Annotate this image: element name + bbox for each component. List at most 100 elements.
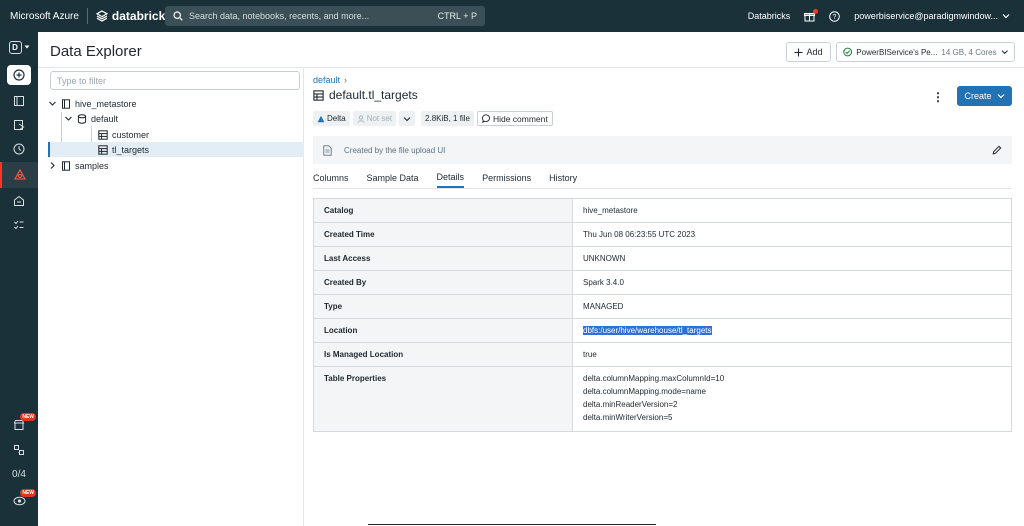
bottom-scroll-indicator <box>368 524 656 525</box>
table-title-text: default.tl_targets <box>329 88 418 102</box>
new-button[interactable] <box>0 62 38 88</box>
help-button[interactable]: ? <box>829 10 841 22</box>
tab-columns[interactable]: Columns <box>313 168 349 188</box>
tab-permissions[interactable]: Permissions <box>482 168 531 188</box>
rail-recents[interactable] <box>0 136 38 162</box>
cluster-selector[interactable]: PowerBIService's Pe... 14 GB, 4 Cores <box>836 42 1015 62</box>
tab-sample-data[interactable]: Sample Data <box>367 168 419 188</box>
chevron-down-icon <box>1001 50 1008 55</box>
workspace-badge: D <box>8 40 22 54</box>
tree-item-samples[interactable]: samples <box>48 158 304 173</box>
tree-item-label: hive_metastore <box>75 98 137 109</box>
hide-comment-label: Hide comment <box>492 113 548 124</box>
brand-divider <box>86 8 88 24</box>
detail-key: Type <box>314 295 573 318</box>
format-chip-label: Delta <box>327 114 346 123</box>
delta-icon <box>317 115 325 122</box>
chevron-right-icon <box>50 162 55 169</box>
rail-counter-text: 0/4 <box>12 468 26 480</box>
tree-item-label: samples <box>75 160 109 171</box>
global-search[interactable]: Search data, notebooks, recents, and mor… <box>165 6 485 26</box>
more-options-button[interactable]: ⋮ <box>932 90 944 104</box>
cluster-name: PowerBIService's Pe... <box>856 47 938 57</box>
workspace-switcher[interactable]: Databricks <box>748 11 791 21</box>
rail-repos[interactable] <box>0 112 38 138</box>
caret-down-icon <box>24 45 29 49</box>
table-row: Location dbfs:/user/hive/warehouse/tl_ta… <box>314 319 1011 343</box>
detail-key: Table Properties <box>314 367 573 431</box>
edit-pencil-icon[interactable] <box>992 145 1002 155</box>
rail-workflows[interactable] <box>0 212 38 238</box>
top-bar: Microsoft Azure databricks Search data, … <box>0 0 1024 32</box>
comment-text: Created by the file upload UI <box>344 145 446 155</box>
databricks-logo-icon <box>95 10 108 22</box>
size-chip: 2.8KiB, 1 file <box>421 111 474 126</box>
table-title: default.tl_targets <box>313 88 418 102</box>
tab-details[interactable]: Details <box>436 168 465 188</box>
databricks-wordmark: databricks <box>111 9 172 23</box>
search-icon <box>173 11 183 21</box>
tree-item-hive-metastore[interactable]: hive_metastore <box>48 96 304 111</box>
details-table: Catalog hive_metastore Created Time Thu … <box>313 198 1012 432</box>
new-badge: NEW <box>20 413 36 421</box>
table-icon <box>98 144 108 155</box>
table-property: delta.minReaderVersion=2 <box>583 400 678 409</box>
format-chip[interactable]: Delta <box>313 111 350 126</box>
compute-icon <box>14 195 24 206</box>
cluster-status-icon <box>843 47 853 57</box>
cluster-meta: 14 GB, 4 Cores <box>941 47 997 57</box>
rail-partner-connect[interactable] <box>0 437 38 463</box>
tree-filter-input[interactable] <box>50 71 300 90</box>
detail-key: Last Access <box>314 247 573 270</box>
gift-button[interactable] <box>804 8 819 22</box>
user-email: powerbiservice@paradigmwindow... <box>854 11 998 21</box>
help-icon: ? <box>829 10 841 22</box>
owner-chip[interactable]: Not set <box>352 111 397 126</box>
plus-icon <box>794 48 803 56</box>
tree-item-default[interactable]: default <box>48 111 304 126</box>
detail-value[interactable]: dbfs:/user/hive/warehouse/tl_targets <box>573 319 1011 342</box>
azure-brand[interactable]: Microsoft Azure <box>0 11 79 22</box>
add-button[interactable]: Add <box>786 42 831 62</box>
create-button[interactable]: Create <box>957 86 1012 106</box>
new-button-box <box>7 65 31 85</box>
detail-value: hive_metastore <box>583 206 638 215</box>
rail-counter[interactable]: 0/4 <box>0 461 38 487</box>
table-row: Table Properties delta.columnMapping.max… <box>314 367 1011 431</box>
database-icon <box>77 113 87 124</box>
rail-workspace[interactable] <box>0 88 38 114</box>
tab-history[interactable]: History <box>549 168 577 188</box>
breadcrumb-separator: › <box>344 75 348 85</box>
chevron-down-icon <box>403 116 411 121</box>
page-title: Data Explorer <box>50 43 142 60</box>
tree-item-label: tl_targets <box>112 144 150 155</box>
detail-value: UNKNOWN <box>583 254 626 263</box>
detail-tabs: Columns Sample Data Details Permissions … <box>313 168 577 188</box>
tree-item-customer[interactable]: customer <box>48 127 304 142</box>
databricks-logo[interactable]: databricks <box>95 9 172 23</box>
table-row: Is Managed Location true <box>314 343 1011 367</box>
owner-dropdown[interactable] <box>399 111 416 126</box>
table-property: delta.columnMapping.mode=name <box>583 387 706 396</box>
rail-collapse-toggle[interactable]: NEW <box>0 488 38 514</box>
hide-comment-button[interactable]: Hide comment <box>476 111 553 126</box>
catalog-icon <box>62 160 70 171</box>
location-path-selected[interactable]: dbfs:/user/hive/warehouse/tl_targets <box>583 326 712 335</box>
chevron-down-icon <box>997 94 1004 99</box>
detail-value: MANAGED <box>583 302 624 311</box>
chevron-down-icon <box>1002 14 1010 19</box>
tabs-divider <box>313 188 1012 189</box>
table-row: Created By Spark 3.4.0 <box>314 271 1011 295</box>
table-row: Catalog hive_metastore <box>314 199 1011 223</box>
rail-marketplace[interactable]: NEW <box>0 412 38 438</box>
detail-key: Created Time <box>314 223 573 246</box>
user-menu[interactable]: powerbiservice@paradigmwindow... <box>854 11 1010 21</box>
tree-item-tl-targets[interactable]: tl_targets <box>48 142 304 157</box>
table-meta-row: Delta Not set 2.8KiB, 1 file Hide commen… <box>313 111 553 126</box>
notification-dot <box>813 8 819 14</box>
top-right-controls: Databricks ? powerbiservice@paradigmwind… <box>748 0 1010 32</box>
workspace-selector[interactable]: D <box>0 34 38 60</box>
breadcrumb-link[interactable]: default <box>313 75 340 85</box>
rail-compute[interactable] <box>0 188 38 214</box>
rail-data[interactable] <box>0 162 38 188</box>
